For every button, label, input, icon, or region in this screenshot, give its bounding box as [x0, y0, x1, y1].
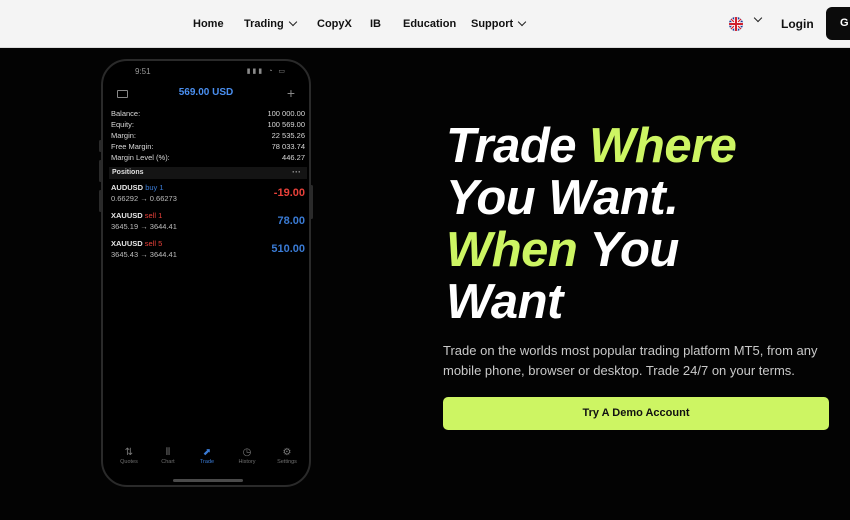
phone-mockup: 9:51 ▮▮▮ ◔ ▭ 569.00 USD + Balance: 100 00…	[101, 59, 311, 487]
nav-trading-label: Trading	[244, 18, 284, 30]
hero-highlight: Where	[589, 119, 737, 173]
position-symbol: XAUUSD sell 5	[111, 239, 162, 248]
hero-heading-line-4: Want	[446, 275, 563, 329]
nav-trading[interactable]: Trading	[244, 0, 297, 48]
position-symbol: AUDUSD buy 1	[111, 183, 164, 192]
symbol-text: AUDUSD	[111, 183, 144, 192]
history-icon: ◷	[242, 447, 252, 458]
position-prices: 3645.43 → 3644.41	[111, 250, 177, 259]
status-icons: ▮▮▮ ◔ ▭	[246, 68, 287, 75]
hero-heading-line-3: When You	[446, 224, 679, 276]
symbol-text: XAUUSD	[111, 211, 143, 220]
position-prices: 0.66292 → 0.66273	[111, 194, 177, 203]
account-label: Equity:	[111, 120, 134, 129]
chevron-down-icon	[288, 17, 297, 27]
account-row: Free Margin: 78 033.74	[111, 142, 305, 153]
position-side: buy 1	[145, 183, 164, 192]
account-label: Balance:	[111, 109, 141, 118]
tab-label: Quotes	[120, 459, 138, 465]
nav-home-label: Home	[193, 18, 224, 30]
hero-subtitle: Trade on the worlds most popular trading…	[443, 343, 818, 378]
positions-header: Positions ···	[109, 167, 307, 179]
uk-flag-icon[interactable]	[729, 17, 743, 31]
account-row: Margin Level (%): 446.27	[111, 153, 305, 164]
hero-heading-line-1: Trade Where	[446, 119, 737, 173]
account-label: Margin:	[111, 131, 137, 140]
chevron-down-icon	[517, 17, 527, 27]
nav-copyx-label: CopyX	[317, 18, 352, 30]
tab-label: Trade	[199, 459, 215, 465]
position-side: sell 1	[144, 211, 163, 220]
plus-icon: +	[286, 85, 295, 101]
tab-label: History	[238, 459, 256, 465]
gear-icon: ⚙	[282, 447, 292, 458]
tab-label: Settings	[277, 459, 297, 465]
balance-header: 569.00 USD	[178, 87, 234, 98]
top-navbar: Home Trading CopyX IB Education Support …	[0, 0, 850, 48]
phone-tabbar: ⇅ Quotes ⫴ Chart ⬈ Trade ◷ History ⚙ Settings	[103, 447, 309, 475]
account-value: 100 000.00	[267, 109, 305, 118]
account-label: Margin Level (%):	[111, 153, 170, 162]
more-dots-icon: ···	[292, 167, 301, 177]
account-row: Balance: 100 000.00	[111, 109, 305, 120]
login-link[interactable]: Login	[781, 0, 814, 48]
account-value: 100 569.00	[267, 120, 305, 129]
position-row: XAUUSD sell 5 3645.43 → 3644.41 510.00	[111, 239, 305, 267]
tab-trade[interactable]: ⬈ Trade	[187, 447, 227, 465]
positions-title: Positions	[112, 169, 144, 176]
position-pl: -19.00	[273, 187, 305, 199]
hero-word: You	[577, 223, 680, 277]
nav-ib[interactable]: IB	[370, 0, 381, 48]
nav-support-label: Support	[471, 18, 514, 30]
account-row: Margin: 22 535.26	[111, 131, 305, 142]
home-indicator	[173, 479, 243, 482]
position-pl: 510.00	[271, 243, 305, 255]
account-value: 446.27	[282, 153, 305, 162]
hero-word: Trade	[446, 119, 590, 173]
position-symbol: XAUUSD sell 1	[111, 211, 162, 220]
tab-settings[interactable]: ⚙ Settings	[267, 447, 307, 465]
nav-copyx[interactable]: CopyX	[317, 0, 352, 48]
position-pl: 78.00	[277, 215, 305, 227]
hero-heading-line-2: You Want.	[446, 171, 679, 225]
tab-label: Chart	[161, 459, 175, 465]
tab-chart[interactable]: ⫴ Chart	[148, 447, 188, 465]
language-chevron-down-icon[interactable]	[753, 13, 763, 23]
nav-education-label: Education	[403, 18, 457, 30]
hero-highlight: When	[446, 223, 578, 277]
position-row: AUDUSD buy 1 0.66292 → 0.66273 -19.00	[111, 183, 305, 211]
chart-icon: ⫴	[165, 447, 171, 458]
account-value: 78 033.74	[271, 142, 305, 151]
try-demo-account-button[interactable]: Try A Demo Account	[443, 397, 829, 430]
account-row: Equity: 100 569.00	[111, 120, 305, 131]
nav-education[interactable]: Education	[403, 0, 456, 48]
tab-quotes[interactable]: ⇅ Quotes	[109, 447, 149, 465]
quotes-icon: ⇅	[124, 447, 134, 458]
nav-ib-label: IB	[370, 18, 381, 30]
account-label: Free Margin:	[111, 142, 154, 151]
get-started-button[interactable]: G	[826, 7, 850, 40]
account-value: 22 535.26	[271, 131, 305, 140]
symbol-text: XAUUSD	[111, 239, 143, 248]
status-time: 9:51	[135, 67, 151, 76]
nav-home[interactable]: Home	[193, 0, 224, 48]
nav-support[interactable]: Support	[471, 0, 527, 48]
tab-history[interactable]: ◷ History	[227, 447, 267, 465]
position-side: sell 5	[144, 239, 163, 248]
position-row: XAUUSD sell 1 3645.19 → 3644.41 78.00	[111, 211, 305, 239]
position-prices: 3645.19 → 3644.41	[111, 222, 177, 231]
trade-icon: ⬈	[202, 447, 212, 458]
